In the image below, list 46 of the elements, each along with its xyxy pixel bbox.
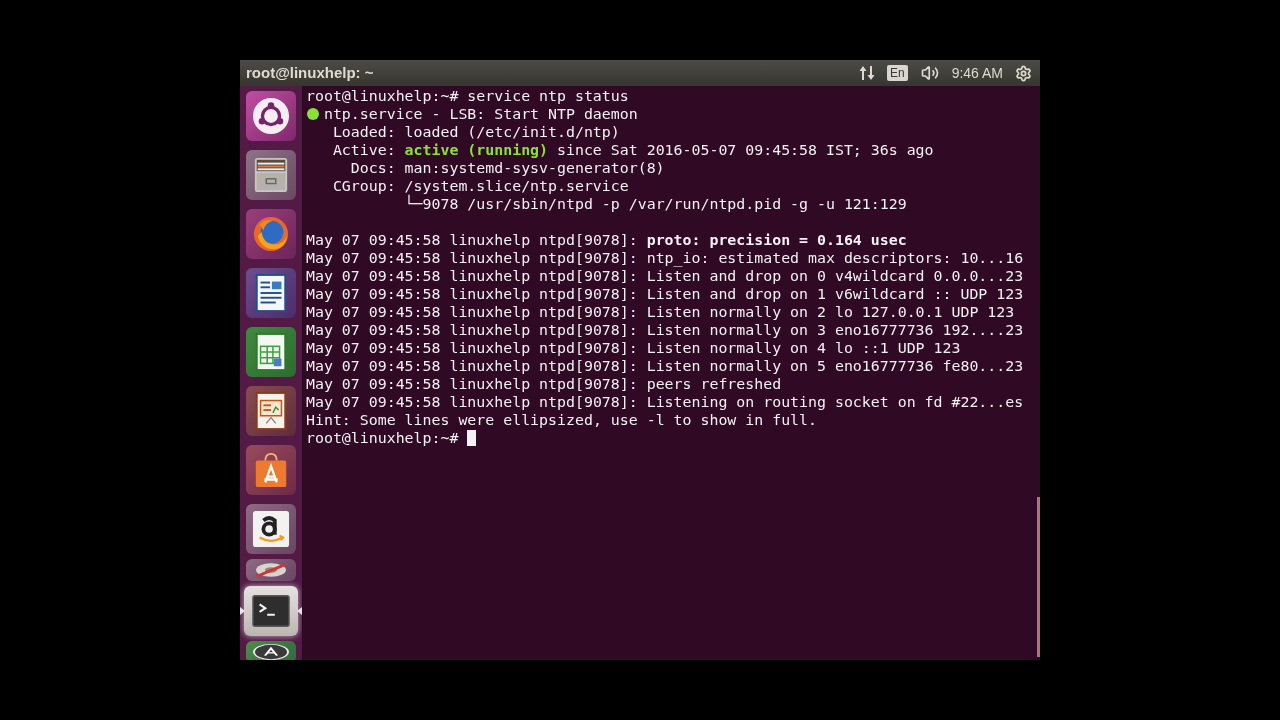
process-tree-line: └─9078 /usr/sbin/ntpd -p /var/run/ntpd.pid -g -u 121:129: [404, 195, 907, 213]
ring-dots-icon: [252, 97, 290, 135]
log-line: May 07 09:45:58 linuxhelp ntpd[9078]: Listen and drop on 1 v6wildcard :: UDP 123: [306, 285, 1024, 303]
log-line: May 07 09:45:58 linuxhelp ntpd[9078]: Listening on routing socket on fd #22...es: [306, 393, 1024, 411]
field-label: CGroup:: [332, 177, 396, 195]
launcher-button[interactable]: [246, 445, 296, 495]
field-label: Active:: [332, 141, 396, 159]
globe-icon: [252, 215, 290, 253]
file-drawer-icon: [252, 156, 290, 194]
clock-text[interactable]: 9:46 AM: [951, 62, 1003, 84]
launcher-button[interactable]: [246, 386, 296, 436]
keyboard-layout-indicator[interactable]: En: [886, 65, 908, 81]
log-line: May 07 09:45:58 linuxhelp ntpd[9078]: peers refreshed: [306, 375, 782, 393]
hint-text: Hint: Some lines were ellipsized, use -l to show in full.: [306, 411, 817, 429]
log-line: May 07 09:45:58 linuxhelp ntpd[9078]: Listen and drop on 0 v4wildcard 0.0.0...23: [306, 267, 1024, 285]
launcher-button[interactable]: [246, 641, 296, 660]
field-label: Docs:: [350, 159, 396, 177]
log-line: May 07 09:45:58 linuxhelp ntpd[9078]: Listen normally on 2 lo 127.0.0.1 UDP 123: [306, 303, 1015, 321]
launcher-button[interactable]: [246, 150, 296, 200]
launcher-button[interactable]: [244, 586, 298, 636]
speaker-icon[interactable]: [919, 64, 940, 82]
field-value: /system.slice/ntp.service: [404, 177, 629, 195]
launcher-button[interactable]: [246, 504, 296, 554]
field-value: loaded (/etc/init.d/ntp): [404, 123, 620, 141]
log-line: May 07 09:45:58 linuxhelp ntpd[9078]: Listen normally on 5 eno16777736 fe80...23: [306, 357, 1024, 375]
log-line: May 07 09:45:58 linuxhelp ntpd[9078]: Listen normally on 4 lo ::1 UDP 123: [306, 339, 961, 357]
log-line: May 07 09:45:58 linuxhelp ntpd[9078]: ntp_io: estimated max descriptors: 10...16: [306, 249, 1024, 267]
window-title: root@linuxhelp: ~: [246, 62, 374, 83]
shell-prompt: root@linuxhelp:~#: [306, 429, 459, 447]
field-value: man:systemd-sysv-generator(8): [404, 159, 665, 177]
field-value: active (running) since Sat 2016-05-07 09:45:58 IST; 36s ago: [404, 141, 934, 159]
shell-prompt: root@linuxhelp:~#: [306, 87, 459, 105]
update-icon: [251, 643, 291, 660]
field-label: Loaded:: [332, 123, 396, 141]
launcher-button[interactable]: [246, 91, 296, 141]
scrollbar-thumb[interactable]: [1037, 497, 1040, 657]
launcher-button[interactable]: [246, 559, 296, 581]
up-down-arrows-icon[interactable]: [858, 65, 875, 81]
settings-icon[interactable]: [1015, 64, 1032, 82]
unit-title: ntp.service - LSB: Start NTP daemon: [323, 105, 638, 123]
log-line: May 07 09:45:58 linuxhelp ntpd[9078]: Listen normally on 3 eno16777736 192....23: [306, 321, 1024, 339]
terminal-icon: [252, 592, 290, 630]
letter-a-smile-icon: [252, 510, 290, 548]
launcher-button[interactable]: [246, 268, 296, 318]
log-line: May 07 09:45:58 linuxhelp ntpd[9078]: proto: precision = 0.164 usec: [306, 231, 907, 249]
command-text: service ntp status: [467, 87, 629, 105]
